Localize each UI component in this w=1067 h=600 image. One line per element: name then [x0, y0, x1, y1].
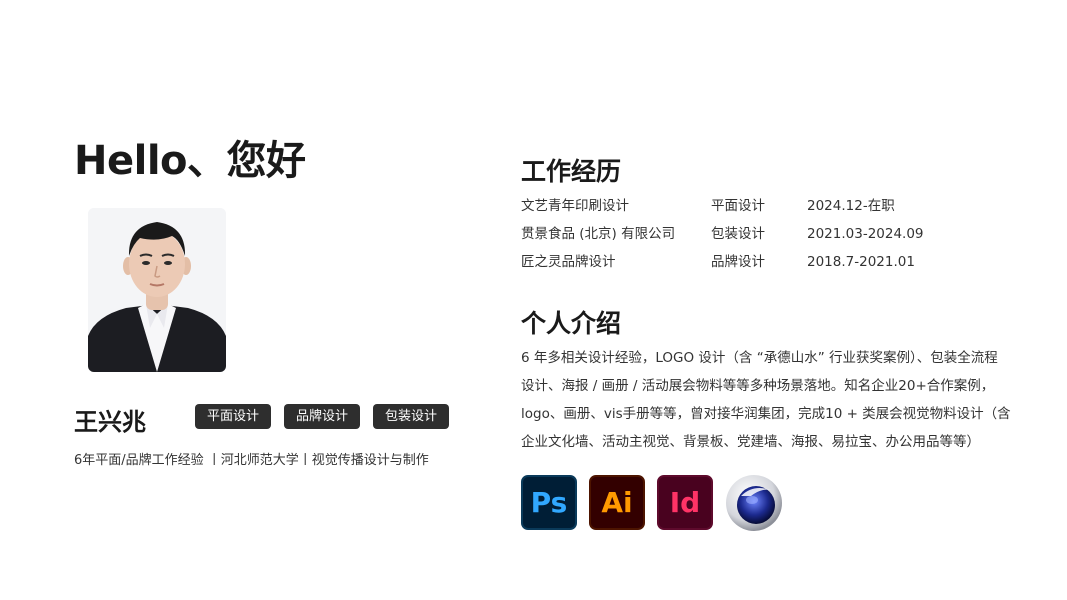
profile-summary: 6年平面/品牌工作经验 丨河北师范大学丨视觉传播设计与制作	[74, 453, 429, 468]
experience-company: 贯景食品 (北京) 有限公司	[521, 226, 676, 242]
experience-list: 文艺青年印刷设计 平面设计 2024.12-在职 贯景食品 (北京) 有限公司 …	[521, 196, 927, 280]
skill-tag: 品牌设计	[284, 404, 361, 429]
experience-row: 匠之灵品牌设计 品牌设计 2018.7-2021.01	[521, 252, 927, 280]
profile-photo	[88, 208, 226, 372]
skill-tag: 平面设计	[195, 404, 272, 429]
cinema4d-icon	[725, 474, 783, 532]
experience-title: 工作经历	[521, 157, 622, 186]
intro-line: logo、画册、vis手册等等，曾对接华润集团，完成10 + 类展会视觉物料设计…	[521, 406, 1011, 422]
profile-name: 王兴兆	[74, 408, 146, 436]
experience-row: 文艺青年印刷设计 平面设计 2024.12-在职	[521, 196, 927, 224]
experience-company: 匠之灵品牌设计	[521, 254, 616, 270]
skill-tag: 包装设计	[373, 404, 450, 429]
portrait-illustration	[88, 208, 226, 372]
experience-role: 品牌设计	[711, 254, 765, 270]
intro-line: 设计、海报 / 画册 / 活动展会物料等等多种场景落地。知名企业20+合作案例，	[521, 378, 995, 394]
illustrator-icon: Ai	[589, 475, 645, 530]
experience-date: 2021.03-2024.09	[807, 226, 924, 242]
skill-tags: 平面设计 品牌设计 包装设计	[195, 404, 450, 429]
intro-paragraph: 6 年多相关设计经验，LOGO 设计（含 “承德山水” 行业获奖案例）、包装全流…	[521, 344, 1011, 456]
intro-line: 企业文化墙、活动主视觉、背景板、党建墙、海报、易拉宝、办公用品等等）	[521, 434, 980, 450]
photoshop-icon: Ps	[521, 475, 577, 530]
experience-date: 2024.12-在职	[807, 198, 895, 214]
experience-company: 文艺青年印刷设计	[521, 198, 629, 214]
greeting-title: Hello、您好	[74, 138, 306, 184]
software-icons: Ps Ai Id	[521, 475, 783, 532]
intro-title: 个人介绍	[521, 309, 622, 338]
indesign-icon: Id	[657, 475, 713, 530]
experience-role: 包装设计	[711, 226, 765, 242]
intro-line: 6 年多相关设计经验，LOGO 设计（含 “承德山水” 行业获奖案例）、包装全流…	[521, 350, 998, 366]
experience-date: 2018.7-2021.01	[807, 254, 915, 270]
experience-row: 贯景食品 (北京) 有限公司 包装设计 2021.03-2024.09	[521, 224, 927, 252]
experience-role: 平面设计	[711, 198, 765, 214]
